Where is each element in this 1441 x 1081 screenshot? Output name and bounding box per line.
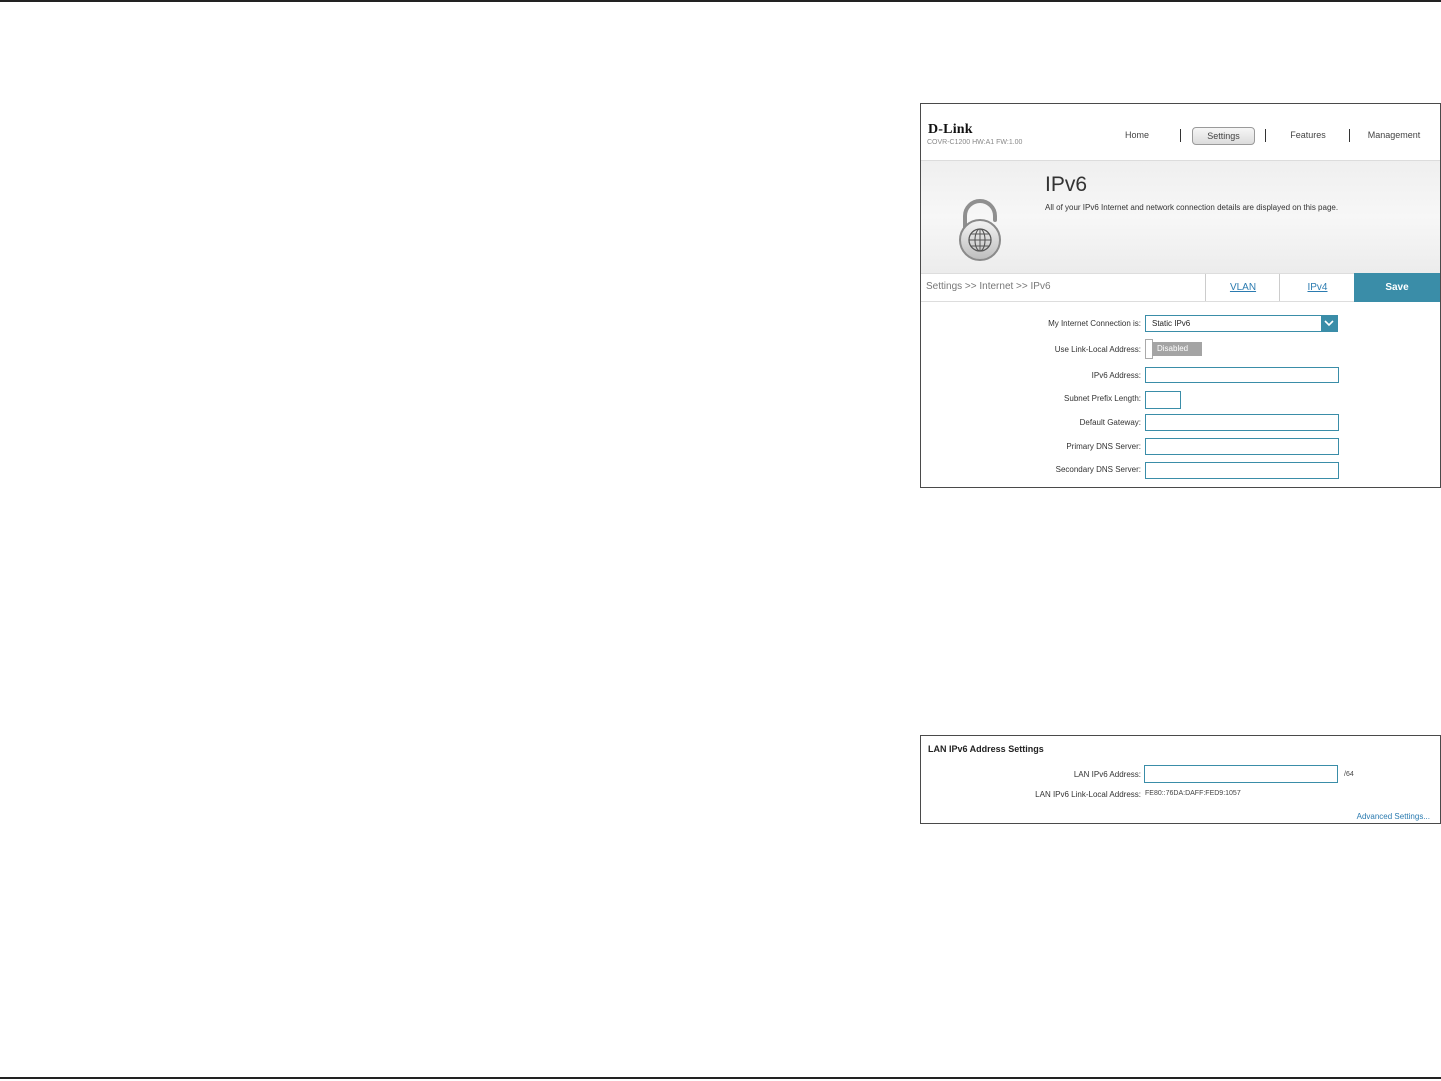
gateway-label: Default Gateway: [1079, 418, 1141, 427]
primary-dns-input[interactable] [1145, 438, 1339, 455]
lan-ipv6-screenshot: LAN IPv6 Address Settings LAN IPv6 Addre… [920, 735, 1441, 824]
breadcrumb: Settings >> Internet >> IPv6 [926, 281, 1051, 292]
page-title: IPv6 [1045, 173, 1088, 196]
header-bar: D-Link COVR-C1200 HW:A1 FW:1.00 Home Set… [921, 104, 1440, 161]
lan-prefix-suffix: /64 [1344, 771, 1354, 778]
ipv6-settings-screenshot: D-Link COVR-C1200 HW:A1 FW:1.00 Home Set… [920, 103, 1441, 488]
breadcrumb-bar: Settings >> Internet >> IPv6 VLAN IPv4 S… [921, 273, 1440, 302]
save-button[interactable]: Save [1354, 273, 1440, 302]
lan-link-local-label: LAN IPv6 Link-Local Address: [1035, 790, 1141, 799]
connection-type-select[interactable]: Static IPv6 [1145, 315, 1338, 332]
prefix-length-label: Subnet Prefix Length: [1064, 394, 1141, 403]
gateway-input[interactable] [1145, 414, 1339, 431]
page-description: All of your IPv6 Internet and network co… [1045, 203, 1339, 212]
ipv6-address-input[interactable] [1145, 367, 1339, 383]
page-bottom-rule [0, 1077, 1441, 1079]
page-top-rule [0, 0, 1441, 2]
lan-link-local-value: FE80::76DA:DAFF:FED9:1057 [1145, 790, 1241, 797]
ipv6-address-label: IPv6 Address: [1091, 371, 1141, 380]
lan-address-input[interactable] [1144, 765, 1338, 783]
advanced-settings-link[interactable]: Advanced Settings... [1357, 812, 1430, 821]
nav-features[interactable]: Features [1283, 126, 1333, 144]
link-local-label: Use Link-Local Address: [1054, 345, 1141, 354]
nav-management[interactable]: Management [1364, 126, 1424, 144]
nav-home[interactable]: Home [1117, 126, 1157, 144]
connection-type-value: Static IPv6 [1152, 319, 1191, 328]
secondary-dns-input[interactable] [1145, 462, 1339, 479]
nav-divider [1349, 129, 1350, 142]
tab-ipv4[interactable]: IPv4 [1279, 274, 1355, 301]
dlink-logo: D-Link [928, 122, 973, 137]
lan-address-label: LAN IPv6 Address: [1073, 770, 1141, 779]
nav-divider [1180, 129, 1181, 142]
model-info: COVR-C1200 HW:A1 FW:1.00 [927, 139, 1023, 146]
lock-globe-icon [957, 198, 1007, 264]
primary-dns-label: Primary DNS Server: [1066, 442, 1141, 451]
lan-section-title: LAN IPv6 Address Settings [928, 744, 1044, 754]
nav-settings[interactable]: Settings [1192, 127, 1255, 145]
nav-divider [1265, 129, 1266, 142]
toggle-state: Disabled [1152, 342, 1202, 356]
secondary-dns-label: Secondary DNS Server: [1055, 465, 1141, 474]
tab-vlan[interactable]: VLAN [1205, 274, 1280, 301]
link-local-toggle[interactable]: Disabled [1145, 339, 1202, 359]
connection-type-label: My Internet Connection is: [1048, 319, 1141, 328]
chevron-down-icon[interactable] [1321, 316, 1337, 331]
prefix-length-input[interactable] [1145, 391, 1181, 409]
page-banner: IPv6 All of your IPv6 Internet and netwo… [921, 161, 1440, 273]
